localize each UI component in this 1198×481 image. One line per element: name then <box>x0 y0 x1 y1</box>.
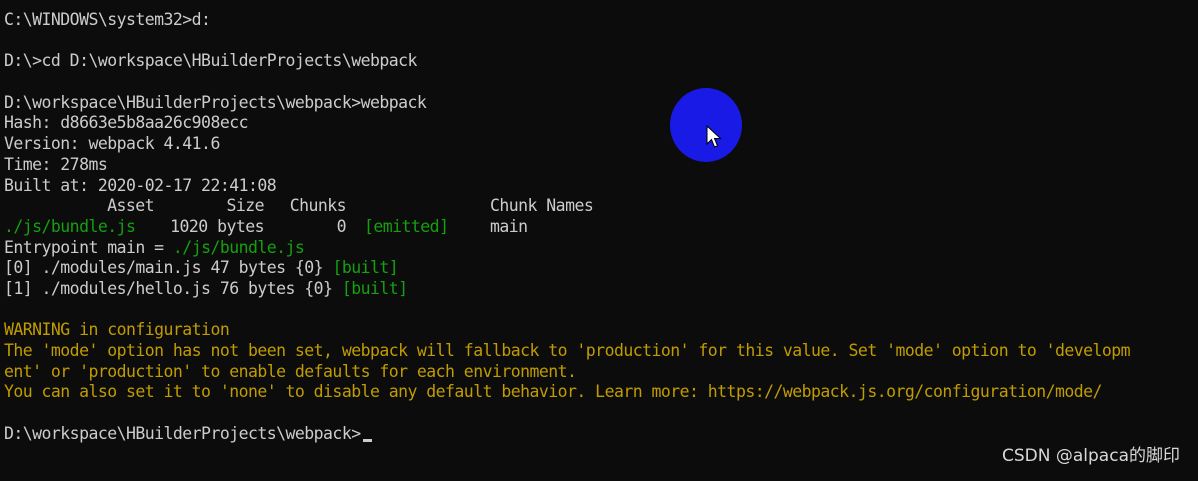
prompt-line-1: C:\WINDOWS\system32>d: <box>4 10 211 29</box>
warning-line-2: ent' or 'production' to enable defaults … <box>4 361 577 381</box>
asset-table-header: Asset Size Chunks Chunk Names <box>4 196 1198 217</box>
asset-table-row: ./js/bundle.js 1020 bytes 0 [emitted] main <box>4 217 1198 238</box>
module0-text: [0] ./modules/main.js 47 bytes {0} <box>4 258 333 278</box>
asset-name: ./js/bundle.js <box>4 216 136 236</box>
module-line-0: [0] ./modules/main.js 47 bytes {0} [buil… <box>4 258 1198 279</box>
module0-status: [built] <box>332 258 399 278</box>
mouse-pointer-icon <box>706 125 722 148</box>
warning-line-1: The 'mode' option has not been set, webp… <box>4 341 1131 360</box>
csdn-watermark: CSDN @alpaca的脚印 <box>1002 446 1180 467</box>
terminal-window[interactable]: C:\WINDOWS\system32>d: D:\>cd D:\workspa… <box>0 0 1198 481</box>
entrypoint-prefix: Entrypoint main = <box>4 237 173 257</box>
text-cursor <box>362 438 372 442</box>
version-line: Version: webpack 4.41.6 <box>4 134 220 154</box>
prompt-line-2: D:\>cd D:\workspace\HBuilderProjects\web… <box>4 51 417 71</box>
header-size: Size <box>226 196 264 216</box>
header-chunks: Chunks <box>289 196 347 216</box>
time-line: Time: 278ms <box>4 154 108 174</box>
warning-line-3: You can also set it to 'none' to disable… <box>4 382 1102 402</box>
terminal-output: C:\WINDOWS\system32>d: D:\>cd D:\workspa… <box>4 10 1198 444</box>
asset-size: 1020 bytes <box>170 216 264 236</box>
module1-status: [built] <box>341 278 408 298</box>
entrypoint-file: ./js/bundle.js <box>172 237 305 257</box>
warning-title: WARNING in configuration <box>4 320 230 340</box>
asset-status: [emitted] <box>364 216 449 236</box>
prompt-line-3: D:\workspace\HBuilderProjects\webpack>we… <box>4 92 427 112</box>
header-asset: Asset <box>107 196 154 216</box>
header-chunk-names: Chunk Names <box>490 196 594 216</box>
entrypoint-line: Entrypoint main = ./js/bundle.js <box>4 238 1198 259</box>
hash-line: Hash: d8663e5b8aa26c908ecc <box>4 113 249 133</box>
module-line-1: [1] ./modules/hello.js 76 bytes {0} [bui… <box>4 279 1198 300</box>
final-prompt: D:\workspace\HBuilderProjects\webpack> <box>4 423 361 443</box>
module1-text: [1] ./modules/hello.js 76 bytes {0} <box>4 278 342 298</box>
final-prompt-line[interactable]: D:\workspace\HBuilderProjects\webpack> <box>4 424 1198 445</box>
asset-chunk-names: main <box>490 216 528 236</box>
asset-chunks: 0 <box>336 216 347 236</box>
built-at-line: Built at: 2020-02-17 22:41:08 <box>4 175 277 195</box>
